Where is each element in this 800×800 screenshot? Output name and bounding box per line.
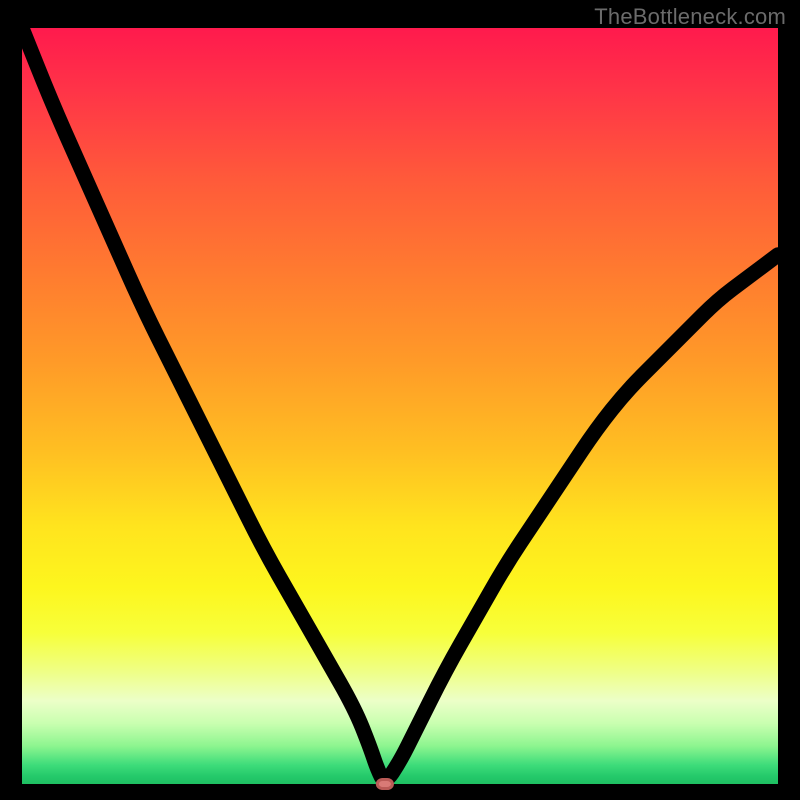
watermark-label: TheBottleneck.com [594,4,786,30]
chart-frame: TheBottleneck.com [0,0,800,800]
optimum-marker [377,779,392,788]
plot-area [22,28,778,784]
bottleneck-curve [22,28,778,784]
curve-path [22,28,778,779]
